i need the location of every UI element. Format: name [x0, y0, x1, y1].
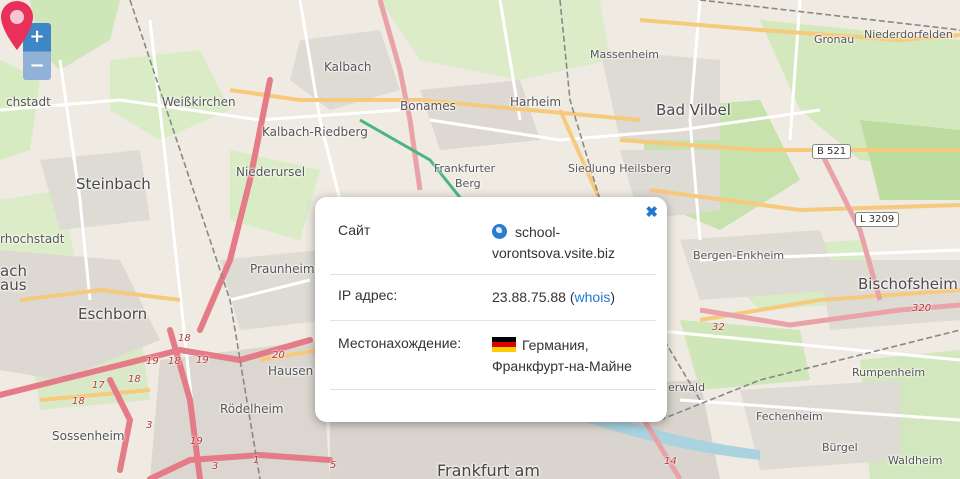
place-label: Rumpenheim — [852, 366, 926, 379]
road-number: 19 — [146, 356, 159, 367]
road-number: 5 — [330, 460, 337, 471]
place-label: rhochstadt — [0, 232, 65, 246]
place-label: Frankfurt am — [437, 461, 540, 479]
place-label: chstadt — [6, 95, 51, 109]
popup-row-ip: IP адрес: 23.88.75.88 (whois) — [330, 277, 656, 321]
road-number: 1 — [253, 455, 260, 466]
place-label: Niederdorfelden — [864, 28, 953, 41]
road-number: 3 — [146, 420, 153, 431]
place-label: Praunheim — [250, 262, 315, 276]
place-label: Fechenheim — [756, 410, 823, 423]
place-label: Hausen — [268, 364, 314, 378]
place-label: Gronau — [814, 33, 855, 46]
road-number: 17 — [92, 380, 105, 391]
place-label: Bürgel — [822, 441, 858, 454]
road-number: 20 — [272, 350, 285, 361]
ip-info-popup: ✖ Сайт school- vorontsova.vsite.biz IP а… — [315, 197, 667, 422]
place-label: Weißkirchen — [162, 95, 236, 109]
place-label: Kalbach-Riedberg — [262, 125, 368, 139]
place-label: Massenheim — [590, 48, 659, 61]
road-number: 32 — [712, 322, 725, 333]
road-number: 18 — [72, 396, 85, 407]
place-label: Frankfurter — [434, 162, 496, 175]
location-country: Германия, — [522, 337, 589, 353]
site-value-line1: school- — [515, 224, 561, 240]
ip-label: IP адрес: — [338, 287, 398, 303]
road-number: 19 — [196, 355, 209, 366]
place-label: Waldheim — [888, 454, 943, 467]
location-value: Германия, Франкфурт-на-Майне — [492, 335, 632, 377]
map-marker-icon[interactable] — [0, 0, 34, 51]
place-label: Bad Vilbel — [656, 101, 731, 119]
road-number: 18 — [178, 333, 191, 344]
road-number: 18 — [168, 356, 181, 367]
site-value[interactable]: school- vorontsova.vsite.biz — [492, 222, 615, 264]
road-number: 320 — [912, 303, 932, 314]
place-label: Siedlung Heilsberg — [568, 162, 672, 175]
place-label: Harheim — [510, 95, 562, 109]
map-canvas[interactable]: chstadt Weißkirchen Kalbach Bonames Harh… — [0, 0, 960, 479]
site-label: Сайт — [338, 222, 371, 238]
road-number: 18 — [128, 374, 141, 385]
place-label: Kalbach — [324, 60, 372, 74]
road-shield: L 3209 — [855, 212, 900, 227]
ip-value: 23.88.75.88 — [492, 289, 566, 305]
place-label: Sossenheim — [52, 429, 125, 443]
place-label: erwald — [668, 381, 706, 394]
place-label: Rödelheim — [220, 402, 284, 416]
place-label: Bergen-Enkheim — [693, 249, 785, 262]
place-label: Berg — [455, 177, 481, 190]
whois-link[interactable]: whois — [575, 289, 611, 305]
place-label: Bonames — [400, 99, 456, 113]
popup-row-location: Местонахождение: Германия, Франкфурт-на-… — [330, 323, 656, 390]
road-number: 19 — [190, 436, 203, 447]
location-label: Местонахождение: — [338, 335, 462, 351]
location-city: Франкфурт-на-Майне — [492, 358, 632, 374]
road-shield: B 521 — [812, 144, 852, 159]
place-label: aus — [0, 276, 27, 294]
site-value-line2: vorontsova.vsite.biz — [492, 245, 615, 261]
road-number: 14 — [664, 456, 677, 467]
place-label: Niederursel — [236, 165, 306, 179]
place-label: Bischofsheim — [858, 275, 958, 293]
popup-row-site: Сайт school- vorontsova.vsite.biz — [330, 219, 656, 275]
zoom-out-button[interactable]: − — [23, 51, 51, 80]
globe-icon — [492, 224, 507, 239]
germany-flag-icon — [492, 337, 516, 352]
place-label: Steinbach — [76, 175, 151, 193]
ip-value-group: 23.88.75.88 (whois) — [492, 287, 615, 308]
road-number: 3 — [212, 461, 219, 472]
place-label: Eschborn — [78, 305, 148, 323]
whois-close-paren: ) — [610, 289, 615, 305]
